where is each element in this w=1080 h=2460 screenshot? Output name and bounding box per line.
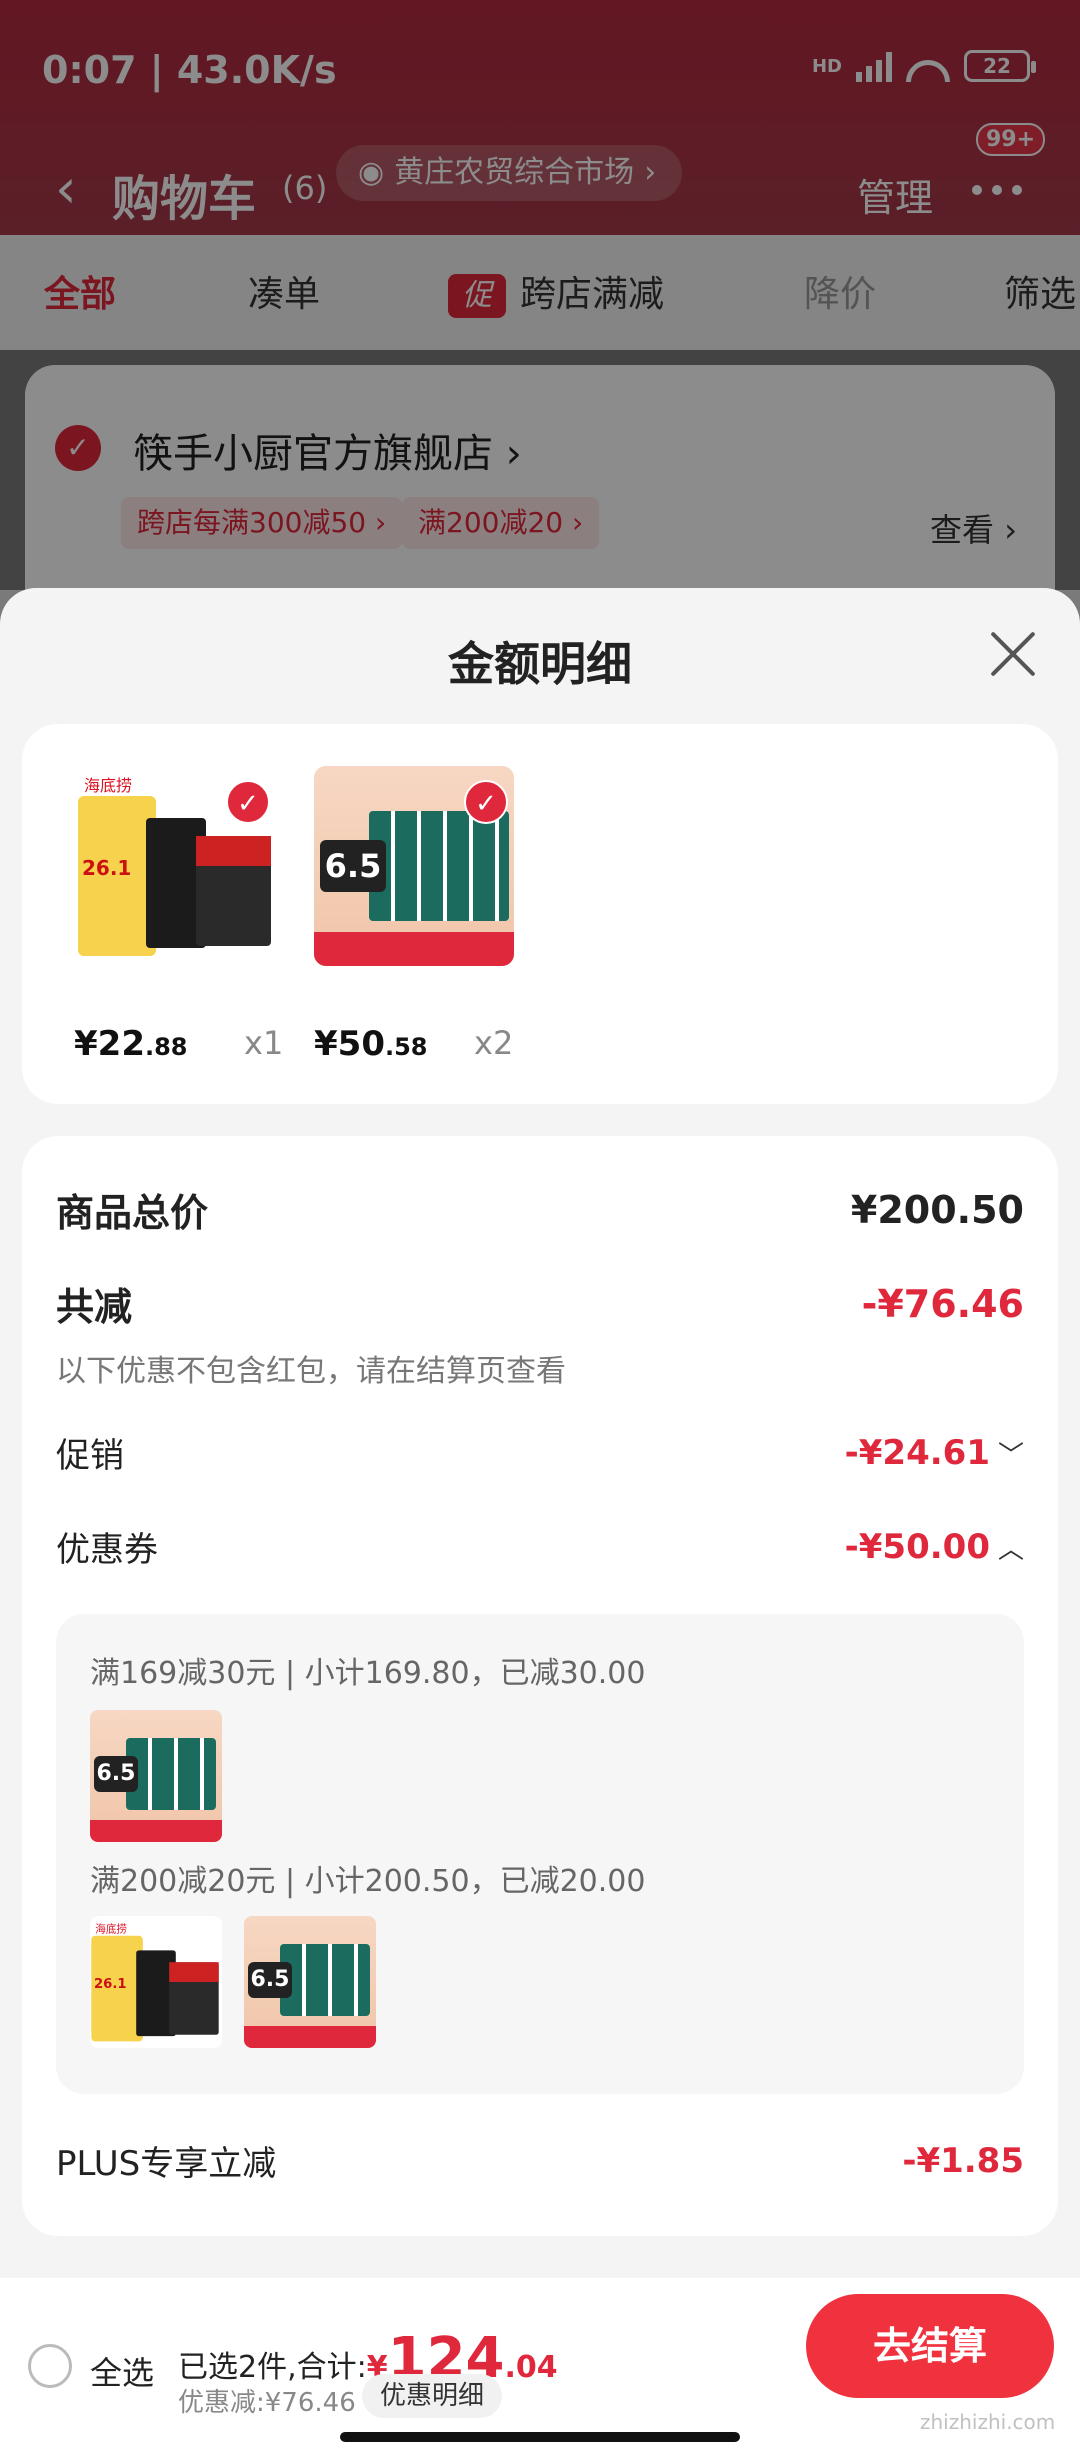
plus-label: PLUS专享立减: [56, 2144, 277, 2184]
coupon-row[interactable]: 优惠券 -¥50.00 ︿: [56, 1522, 1024, 1571]
reduce-value: -¥76.46: [861, 1281, 1024, 1326]
product-summary-card: 海底捞 26.1 ✓ ¥22.88 x1 6.5 ✓ ¥50.58 x2: [22, 724, 1058, 1104]
select-all-checkbox[interactable]: [28, 2344, 72, 2388]
chevron-down-icon: ﹀: [997, 1440, 1024, 1471]
selected-check-icon: ✓: [464, 780, 508, 824]
coupon-product-thumb[interactable]: 6.5: [244, 1916, 376, 2048]
coupon-label: 优惠券: [56, 1530, 158, 1570]
amount-detail-sheet: 金额明细 海底捞 26.1 ✓ ¥22.88 x1 6.5 ✓ ¥50.58 x…: [0, 588, 1080, 2460]
product-image[interactable]: 6.5 ✓: [314, 766, 514, 966]
coupon-value: -¥50.00 ︿: [844, 1526, 1024, 1567]
plus-discount-row: PLUS专享立减 -¥1.85: [56, 2136, 1024, 2185]
home-indicator[interactable]: [340, 2432, 740, 2442]
select-all-label[interactable]: 全选: [90, 2348, 154, 2394]
plus-value: -¥1.85: [902, 2140, 1024, 2181]
chevron-up-icon: ︿: [997, 1534, 1024, 1565]
price-breakdown-card: 商品总价 ¥200.50 共减 -¥76.46 以下优惠不包含红包，请在结算页查…: [22, 1136, 1058, 2236]
total-value: ¥200.50: [850, 1187, 1024, 1232]
modal-overlay[interactable]: [0, 0, 1080, 590]
promotion-row[interactable]: 促销 -¥24.61 ﹀: [56, 1428, 1024, 1477]
product-price: ¥22.88: [74, 1024, 188, 1064]
sheet-title: 金额明细: [448, 637, 632, 691]
discount-summary: 优惠减:¥76.46: [178, 2388, 356, 2418]
total-label: 商品总价: [56, 1191, 209, 1235]
reduce-note: 以下优惠不包含红包，请在结算页查看: [56, 1354, 566, 1389]
seaweed-box-image: 6.5: [90, 1710, 222, 1842]
reduce-row: 共减 -¥76.46: [56, 1276, 1024, 1331]
coupon-line: 满200减20元 | 小计200.50，已减20.00: [90, 1864, 646, 1899]
total-row: 商品总价 ¥200.50: [56, 1182, 1024, 1237]
selected-check-icon: ✓: [226, 780, 270, 824]
close-icon[interactable]: [985, 626, 1041, 682]
coupon-product-thumb[interactable]: 海底捞 26.1: [90, 1916, 222, 2048]
product-price: ¥50.58: [314, 1024, 428, 1064]
product-quantity: x1: [244, 1024, 284, 1062]
coupon-product-thumb[interactable]: 6.5: [90, 1710, 222, 1842]
coupon-line: 满169减30元 | 小计169.80，已减30.00: [90, 1656, 646, 1691]
promotion-label: 促销: [56, 1436, 124, 1476]
discount-detail-button[interactable]: 优惠明细: [362, 2374, 503, 2418]
hotpot-sauce-image: 海底捞 26.1: [90, 1916, 222, 2048]
total-decimal: .04: [504, 2350, 558, 2385]
watermark: zhizhizhi.com: [920, 2410, 1056, 2434]
coupon-detail-box: 满169减30元 | 小计169.80，已减30.00 6.5 满200减20元…: [56, 1614, 1024, 2094]
checkout-button[interactable]: 去结算: [806, 2294, 1054, 2398]
reduce-label: 共减: [56, 1285, 133, 1329]
product-quantity: x2: [474, 1024, 514, 1062]
promotion-value: -¥24.61 ﹀: [844, 1432, 1024, 1473]
seaweed-box-image: 6.5: [244, 1916, 376, 2048]
product-image[interactable]: 海底捞 26.1 ✓: [76, 766, 276, 966]
